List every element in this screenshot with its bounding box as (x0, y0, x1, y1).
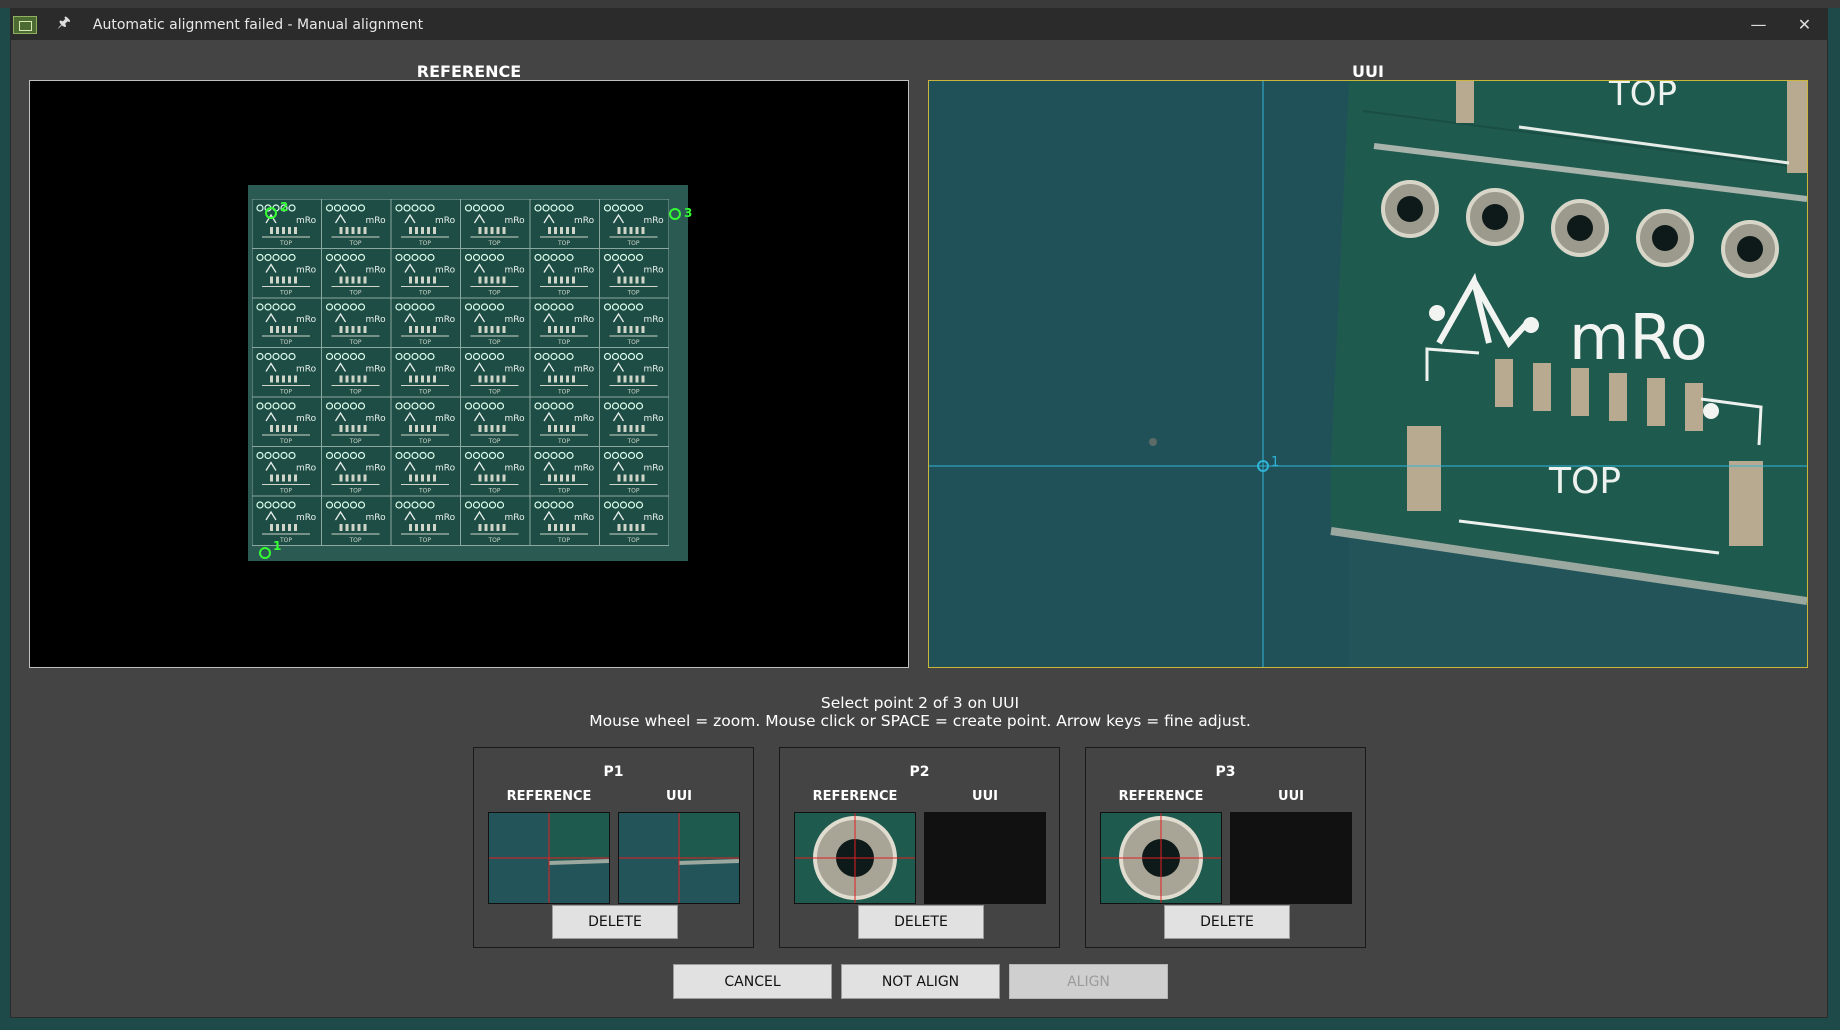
p3-uui-label: UUI (1278, 789, 1304, 804)
p1-reference-thumbnail (488, 812, 610, 904)
p1-reference-label: REFERENCE (506, 789, 592, 804)
point-group-p1: P1 REFERENCE UUI DELETE (473, 747, 754, 948)
pcb-label-brand: mRo (1569, 301, 1708, 374)
window-title: Automatic alignment failed - Manual alig… (92, 16, 424, 33)
close-icon[interactable]: ✕ (1782, 9, 1827, 40)
point-title: P3 (1215, 764, 1236, 780)
uui-view[interactable]: TOP mRo TOP 1 (928, 80, 1808, 668)
p3-delete-button[interactable]: DELETE (1164, 905, 1290, 939)
cancel-button[interactable]: CANCEL (673, 964, 832, 999)
p2-uui-label: UUI (972, 789, 998, 804)
instruction-line-1: Select point 2 of 3 on UUI (820, 694, 1020, 712)
background-strip (0, 0, 1840, 8)
ref-marker-3-label: 3 (684, 206, 692, 220)
uui-image: TOP mRo TOP 1 (929, 81, 1807, 667)
point-group-p3: P3 REFERENCE UUI DELETE (1085, 747, 1366, 948)
p2-reference-label: REFERENCE (812, 789, 898, 804)
p3-reference-label: REFERENCE (1118, 789, 1204, 804)
p2-uui-thumbnail (924, 812, 1046, 904)
minimize-icon[interactable]: — (1736, 9, 1781, 40)
p1-uui-thumbnail (618, 812, 740, 904)
app-icon (13, 15, 37, 34)
p1-uui-label: UUI (666, 789, 692, 804)
reference-panel-label: REFERENCE (416, 62, 522, 81)
uui-marker-1-label: 1 (1271, 455, 1279, 470)
manual-alignment-dialog: 🖈 Automatic alignment failed - Manual al… (10, 8, 1828, 1018)
reference-image: mRo TOP 2 3 1 (248, 185, 692, 561)
p3-reference-thumbnail (1100, 812, 1222, 904)
reference-view[interactable]: mRo TOP 2 3 1 (29, 80, 909, 668)
p3-uui-thumbnail (1230, 812, 1352, 904)
ref-marker-1-label: 1 (273, 539, 281, 553)
pin-icon[interactable]: 🖈 (57, 12, 71, 37)
pcb-label-top: TOP (1608, 81, 1677, 114)
instruction-line-2: Mouse wheel = zoom. Mouse click or SPACE… (589, 712, 1251, 730)
not-align-button[interactable]: NOT ALIGN (841, 964, 1000, 999)
title-bar: 🖈 Automatic alignment failed - Manual al… (11, 9, 1827, 40)
point-title: P1 (603, 764, 624, 780)
pcb-label-top2: TOP (1548, 461, 1621, 502)
p1-delete-button[interactable]: DELETE (552, 905, 678, 939)
ref-marker-2-label: 2 (280, 200, 288, 214)
uui-panel-label: UUI (1352, 62, 1384, 81)
align-button: ALIGN (1009, 964, 1168, 999)
p2-delete-button[interactable]: DELETE (858, 905, 984, 939)
p2-reference-thumbnail (794, 812, 916, 904)
point-title: P2 (909, 764, 930, 780)
point-group-p2: P2 REFERENCE UUI DELETE (779, 747, 1060, 948)
